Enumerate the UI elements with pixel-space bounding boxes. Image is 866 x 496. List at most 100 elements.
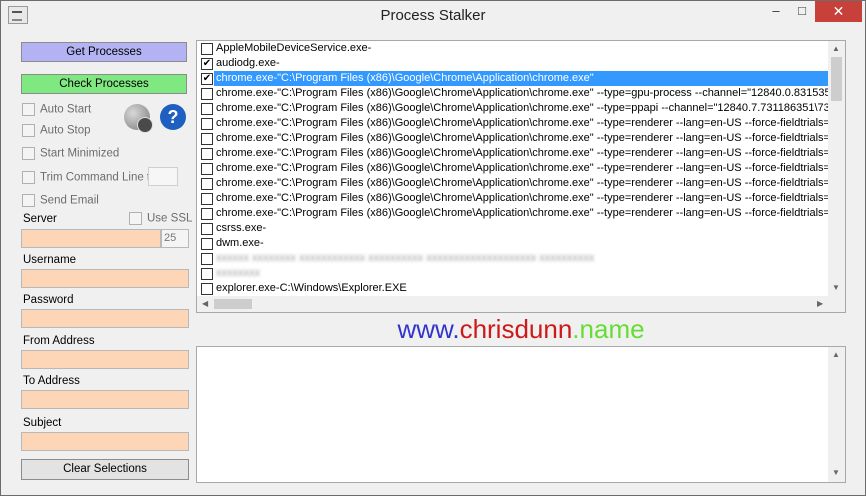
from-address-input[interactable] <box>21 350 189 369</box>
check-processes-button[interactable]: Check Processes <box>21 74 187 94</box>
port-input[interactable]: 25 <box>161 229 189 248</box>
trim-length-input[interactable] <box>148 167 178 186</box>
globe-icon[interactable] <box>124 104 153 133</box>
server-label: Server <box>23 213 57 225</box>
output-log-scrollbar[interactable]: ▲ ▼ <box>828 347 845 482</box>
process-checkbox[interactable] <box>201 208 213 220</box>
process-label: chrome.exe-"C:\Program Files (x86)\Googl… <box>216 147 829 159</box>
process-row[interactable]: chrome.exe-"C:\Program Files (x86)\Googl… <box>197 116 829 131</box>
process-label: chrome.exe-"C:\Program Files (x86)\Googl… <box>216 102 829 114</box>
process-checkbox[interactable] <box>201 268 213 280</box>
process-row[interactable]: ✔ chrome.exe-"C:\Program Files (x86)\Goog… <box>197 71 829 86</box>
close-button[interactable]: ✕ <box>815 0 862 22</box>
process-label: csrss.exe- <box>216 222 267 234</box>
process-checkbox[interactable] <box>201 253 213 265</box>
process-row[interactable]: chrome.exe-"C:\Program Files (x86)\Googl… <box>197 206 829 221</box>
auto-start-checkbox[interactable] <box>22 103 35 116</box>
process-checkbox[interactable] <box>201 193 213 205</box>
process-checkbox[interactable] <box>201 283 213 295</box>
process-checkbox[interactable] <box>201 88 213 100</box>
scroll-down-icon[interactable]: ▼ <box>832 283 840 292</box>
password-label: Password <box>23 294 74 306</box>
password-input[interactable] <box>21 309 189 328</box>
banner-tld: .name <box>572 314 645 344</box>
subject-label: Subject <box>23 417 62 429</box>
process-label: explorer.exe-C:\Windows\Explorer.EXE <box>216 282 407 294</box>
process-checkbox[interactable] <box>201 133 213 145</box>
output-log[interactable]: ▲ ▼ <box>196 346 846 483</box>
get-processes-button[interactable]: Get Processes <box>21 42 187 62</box>
process-row[interactable]: chrome.exe-"C:\Program Files (x86)\Googl… <box>197 191 829 206</box>
process-list-vertical-scrollbar[interactable]: ▲ ▼ <box>828 41 845 297</box>
process-row[interactable]: chrome.exe-"C:\Program Files (x86)\Googl… <box>197 131 829 146</box>
process-rows: AppleMobileDeviceService.exe- ✔ audiodg.ex… <box>197 41 829 296</box>
process-label: AppleMobileDeviceService.exe- <box>216 42 372 54</box>
trim-command-line-label: Trim Command Line to <box>40 171 157 184</box>
process-checkbox[interactable] <box>201 148 213 160</box>
process-checkbox[interactable] <box>201 238 213 250</box>
process-checkbox[interactable]: ✔ <box>201 73 213 85</box>
minimize-button[interactable]: – <box>763 0 789 22</box>
auto-stop-checkbox[interactable] <box>22 124 35 137</box>
trim-command-line-checkbox[interactable] <box>22 171 35 184</box>
title-bar[interactable]: Process Stalker – □ ✕ <box>0 0 866 32</box>
process-row[interactable]: chrome.exe-"C:\Program Files (x86)\Googl… <box>197 146 829 161</box>
help-icon[interactable]: ? <box>160 104 186 130</box>
process-row[interactable]: xxxxxxxx <box>197 266 829 281</box>
subject-input[interactable] <box>21 432 189 451</box>
server-input[interactable] <box>21 229 161 248</box>
auto-stop-option[interactable]: Auto Stop <box>22 124 91 138</box>
process-list-horizontal-scrollbar[interactable]: ◀ ▶ <box>197 296 829 312</box>
username-input[interactable] <box>21 269 189 288</box>
process-checkbox[interactable] <box>201 163 213 175</box>
process-checkbox[interactable] <box>201 43 213 55</box>
start-minimized-option[interactable]: Start Minimized <box>22 147 119 161</box>
process-checkbox[interactable] <box>201 118 213 130</box>
maximize-button[interactable]: □ <box>789 0 815 22</box>
log-scroll-up-icon[interactable]: ▲ <box>832 350 840 359</box>
process-row[interactable]: dwm.exe- <box>197 236 829 251</box>
process-row[interactable]: chrome.exe-"C:\Program Files (x86)\Googl… <box>197 86 829 101</box>
scroll-left-icon[interactable]: ◀ <box>202 299 208 308</box>
process-label: chrome.exe-"C:\Program Files (x86)\Googl… <box>216 162 829 174</box>
scroll-up-icon[interactable]: ▲ <box>832 44 840 53</box>
username-label: Username <box>23 254 77 266</box>
clear-selections-button[interactable]: Clear Selections <box>21 459 189 480</box>
process-row[interactable]: ✔ audiodg.exe- <box>197 56 829 71</box>
auto-stop-label: Auto Stop <box>40 124 91 137</box>
send-email-checkbox[interactable] <box>22 194 35 207</box>
use-ssl-checkbox[interactable] <box>129 212 142 225</box>
process-row[interactable]: xxxxxx xxxxxxxx xxxxxxxxxxxx xxxxxxxxxx … <box>197 251 829 266</box>
process-row[interactable]: AppleMobileDeviceService.exe- <box>197 41 829 56</box>
horizontal-scroll-thumb[interactable] <box>214 299 252 309</box>
process-label: audiodg.exe- <box>216 57 280 69</box>
process-label: dwm.exe- <box>216 237 264 249</box>
start-minimized-checkbox[interactable] <box>22 147 35 160</box>
auto-start-label: Auto Start <box>40 103 92 116</box>
from-address-label: From Address <box>23 335 95 347</box>
vertical-scroll-thumb[interactable] <box>831 57 842 101</box>
website-banner[interactable]: www.chrisdunn.name <box>196 314 846 345</box>
scroll-right-icon[interactable]: ▶ <box>817 299 823 308</box>
to-address-input[interactable] <box>21 390 189 409</box>
process-label: chrome.exe-"C:\Program Files (x86)\Googl… <box>216 132 829 144</box>
process-row[interactable]: chrome.exe-"C:\Program Files (x86)\Googl… <box>197 161 829 176</box>
process-checkbox[interactable] <box>201 103 213 115</box>
process-label: xxxxxx xxxxxxxx xxxxxxxxxxxx xxxxxxxxxx … <box>216 252 595 264</box>
log-scroll-down-icon[interactable]: ▼ <box>832 468 840 477</box>
use-ssl-option[interactable]: Use SSL <box>129 212 192 225</box>
process-row[interactable]: chrome.exe-"C:\Program Files (x86)\Googl… <box>197 101 829 116</box>
process-row[interactable]: chrome.exe-"C:\Program Files (x86)\Googl… <box>197 176 829 191</box>
process-label: chrome.exe-"C:\Program Files (x86)\Googl… <box>216 207 829 219</box>
process-list[interactable]: AppleMobileDeviceService.exe- ✔ audiodg.ex… <box>196 40 846 313</box>
send-email-option[interactable]: Send Email <box>22 194 99 208</box>
auto-start-option[interactable]: Auto Start <box>22 103 91 117</box>
process-row[interactable]: explorer.exe-C:\Windows\Explorer.EXE <box>197 281 829 296</box>
trim-command-line-option[interactable]: Trim Command Line to <box>22 171 157 185</box>
window-title: Process Stalker <box>380 7 486 24</box>
process-checkbox[interactable] <box>201 178 213 190</box>
banner-www: www. <box>397 314 460 344</box>
process-checkbox[interactable] <box>201 223 213 235</box>
process-checkbox[interactable]: ✔ <box>201 58 213 70</box>
process-row[interactable]: csrss.exe- <box>197 221 829 236</box>
